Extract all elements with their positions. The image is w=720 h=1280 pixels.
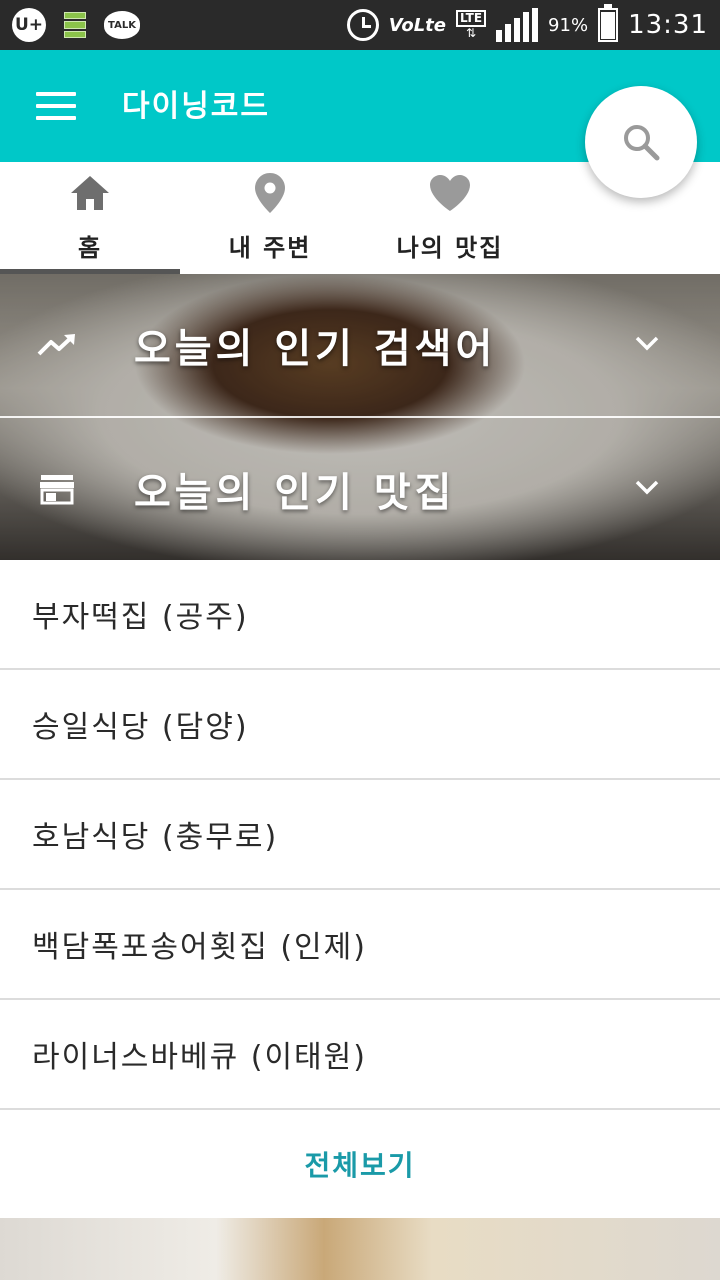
location-pin-icon xyxy=(255,173,285,213)
list-item[interactable]: 부자떡집 (공주) xyxy=(0,560,720,670)
tab-nearby[interactable]: 내 주변 xyxy=(180,162,360,274)
notification-icon xyxy=(64,12,86,38)
list-item[interactable]: 라이너스바베큐 (이태원) xyxy=(0,1000,720,1110)
search-icon xyxy=(624,125,660,161)
view-all-link[interactable]: 전체보기 xyxy=(0,1110,720,1218)
tab-my-restaurants[interactable]: 나의 맛집 xyxy=(360,162,540,274)
tab-label: 나의 맛집 xyxy=(396,234,504,262)
list-item[interactable]: 호남식당 (충무로) xyxy=(0,780,720,890)
popular-restaurants-row[interactable]: 오늘의 인기 맛집 xyxy=(0,418,720,560)
home-icon xyxy=(71,176,109,210)
battery-icon xyxy=(598,4,619,42)
carrier-icon: U+ xyxy=(12,8,46,42)
tab-label: 내 주변 xyxy=(228,234,312,262)
kakaotalk-icon: TALK xyxy=(104,11,140,39)
volte-icon: VoLte xyxy=(388,14,446,36)
trending-up-icon xyxy=(37,334,75,356)
list-item[interactable]: 백담폭포송어횟집 (인제) xyxy=(0,890,720,1000)
battery-percent: 91% xyxy=(548,14,589,36)
chevron-down-icon xyxy=(635,336,659,351)
hero-section: 오늘의 인기 검색어 오늘의 인기 맛집 xyxy=(0,274,720,560)
restaurant-list: 부자떡집 (공주) 승일식당 (담양) 호남식당 (충무로) 백담폭포송어횟집 … xyxy=(0,560,720,1218)
list-item[interactable]: 승일식당 (담양) xyxy=(0,670,720,780)
food-image xyxy=(0,1218,720,1280)
trending-searches-row[interactable]: 오늘의 인기 검색어 xyxy=(0,274,720,416)
alarm-icon xyxy=(346,9,379,41)
clock: 13:31 xyxy=(628,10,708,40)
hamburger-icon[interactable] xyxy=(36,92,76,120)
search-button[interactable] xyxy=(585,86,697,198)
heart-icon xyxy=(430,175,470,211)
chevron-down-icon xyxy=(635,480,659,495)
status-bar: U+ TALK VoLte LTE ⇅ 91% 13:31 xyxy=(0,0,720,50)
signal-icon xyxy=(496,8,539,42)
popular-restaurants-label: 오늘의 인기 맛집 xyxy=(134,470,456,516)
trending-searches-label: 오늘의 인기 검색어 xyxy=(134,326,497,372)
tab-label: 홈 xyxy=(77,234,103,262)
store-icon xyxy=(40,475,74,505)
app-title: 다이닝코드 xyxy=(122,89,270,124)
tab-home[interactable]: 홈 xyxy=(0,162,180,274)
lte-icon: LTE ⇅ xyxy=(456,10,487,40)
